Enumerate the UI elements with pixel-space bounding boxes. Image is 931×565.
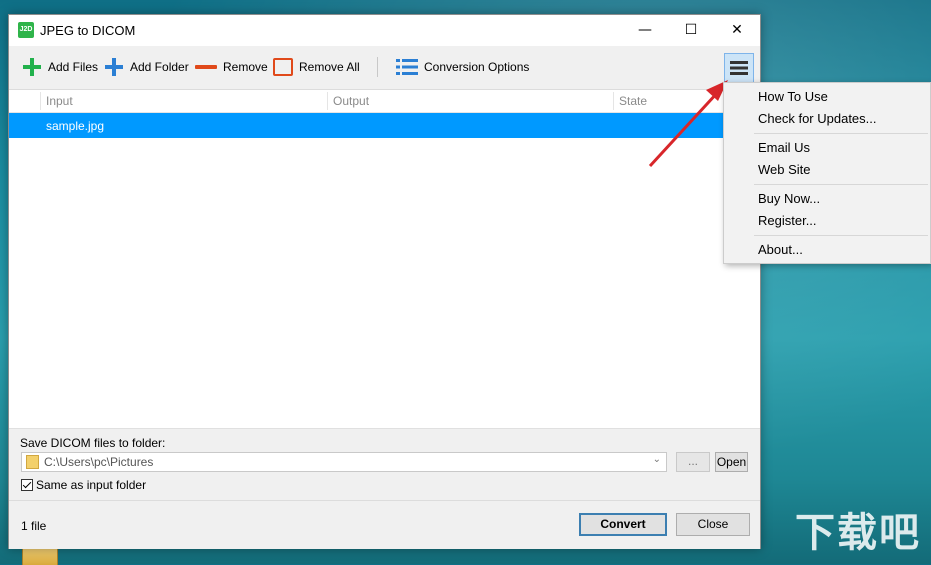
menu-item-web-site[interactable]: Web Site xyxy=(758,162,811,177)
remove-all-label: Remove All xyxy=(299,60,360,74)
menu-separator xyxy=(754,184,928,185)
file-list-header: Input Output State xyxy=(9,90,760,113)
table-row[interactable]: sample.jpg xyxy=(9,113,760,138)
same-as-input-label: Same as input folder xyxy=(36,478,147,492)
remove-label: Remove xyxy=(223,60,268,74)
column-input[interactable]: Input xyxy=(46,94,73,108)
browse-button[interactable]: ... xyxy=(676,452,710,472)
menu-item-about[interactable]: About... xyxy=(758,242,803,257)
minus-icon xyxy=(195,65,217,69)
column-divider[interactable] xyxy=(327,92,328,110)
main-menu-button[interactable] xyxy=(724,53,754,83)
toolbar: Add Files Add Folder Remove Remove All C… xyxy=(9,46,760,90)
column-divider[interactable] xyxy=(40,92,41,110)
title-bar[interactable]: J2D JPEG to DICOM — ☐ ✕ xyxy=(9,15,760,46)
add-files-label: Add Files xyxy=(48,60,99,74)
save-folder-label: Save DICOM files to folder: xyxy=(20,436,166,450)
add-folder-button[interactable]: Add Folder xyxy=(104,56,189,78)
close-button[interactable]: Close xyxy=(676,513,750,536)
minimize-button[interactable]: — xyxy=(622,15,668,46)
maximize-button[interactable]: ☐ xyxy=(668,15,714,46)
output-folder-path: C:\Users\pc\Pictures xyxy=(44,455,154,469)
add-files-button[interactable]: Add Files xyxy=(22,56,98,78)
same-as-input-option[interactable]: Same as input folder xyxy=(21,478,146,492)
row-input: sample.jpg xyxy=(46,119,105,133)
status-bar: 1 file Convert Close xyxy=(9,500,760,549)
open-folder-button[interactable]: Open xyxy=(715,452,748,472)
remove-button[interactable]: Remove xyxy=(195,56,268,78)
plus-icon xyxy=(23,58,41,76)
empty-box-icon xyxy=(273,58,293,76)
same-as-input-checkbox[interactable] xyxy=(21,479,33,491)
hamburger-icon xyxy=(730,61,748,75)
add-folder-label: Add Folder xyxy=(130,60,189,74)
menu-separator xyxy=(754,235,928,236)
plus-blue-icon xyxy=(105,58,123,76)
menu-item-how-to-use[interactable]: How To Use xyxy=(758,89,828,104)
conversion-options-label: Conversion Options xyxy=(424,60,530,74)
menu-item-check-updates[interactable]: Check for Updates... xyxy=(758,111,877,126)
column-divider[interactable] xyxy=(613,92,614,110)
close-window-button[interactable]: ✕ xyxy=(714,15,760,46)
output-folder-combo[interactable]: C:\Users\pc\Pictures ⌄ xyxy=(21,452,667,472)
column-state[interactable]: State xyxy=(619,94,647,108)
menu-item-email-us[interactable]: Email Us xyxy=(758,140,810,155)
conversion-options-button[interactable]: Conversion Options xyxy=(396,56,529,78)
toolbar-divider xyxy=(377,57,378,77)
app-icon: J2D xyxy=(18,22,34,38)
menu-item-buy-now[interactable]: Buy Now... xyxy=(758,191,820,206)
app-window: J2D JPEG to DICOM — ☐ ✕ Add Files Add Fo… xyxy=(8,14,761,549)
file-list[interactable]: Input Output State sample.jpg xyxy=(9,90,760,428)
menu-separator xyxy=(754,133,928,134)
save-settings: Save DICOM files to folder: C:\Users\pc\… xyxy=(9,428,760,501)
column-output[interactable]: Output xyxy=(333,94,369,108)
site-watermark: 下载吧 xyxy=(795,510,921,556)
file-count: 1 file xyxy=(21,519,47,533)
menu-item-register[interactable]: Register... xyxy=(758,213,817,228)
list-icon xyxy=(396,59,418,75)
chevron-down-icon[interactable]: ⌄ xyxy=(653,454,661,465)
convert-button[interactable]: Convert xyxy=(579,513,667,536)
window-title: JPEG to DICOM xyxy=(40,23,136,38)
remove-all-button[interactable]: Remove All xyxy=(273,56,360,78)
main-menu-dropdown: How To Use Check for Updates... Email Us… xyxy=(723,82,931,264)
folder-icon xyxy=(26,455,39,469)
